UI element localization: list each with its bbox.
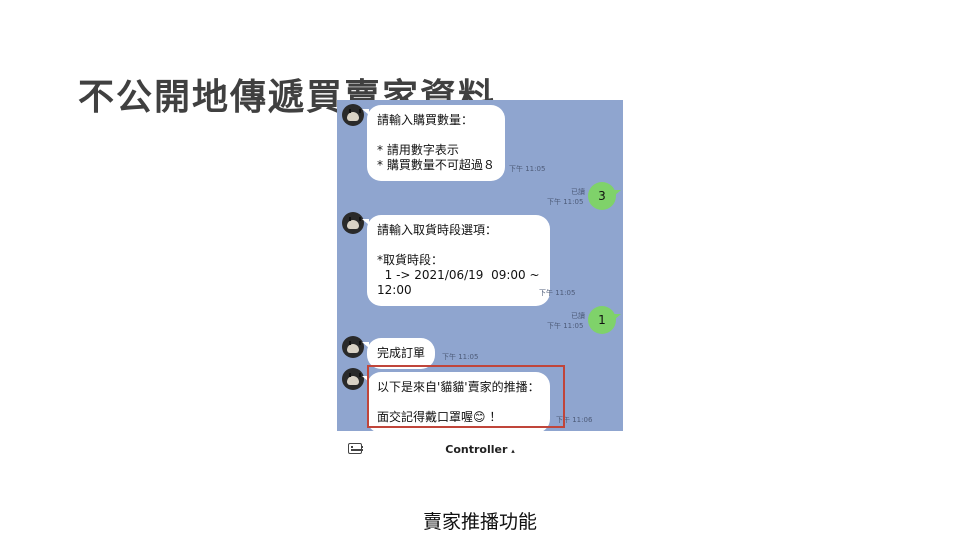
outgoing-message-pickup-choice: 1 <box>588 306 621 334</box>
incoming-message-seller-broadcast: 以下是來自'貓貓'賣家的推播： 面交記得戴口罩喔😊 ！ <box>362 372 550 431</box>
seller-avatar <box>342 368 364 390</box>
incoming-message-order-complete: 完成訂單 <box>361 338 436 369</box>
slide-caption: 賣家推播功能 <box>422 511 537 533</box>
seller-avatar <box>342 212 364 234</box>
read-receipt: 已讀 <box>571 188 585 196</box>
message-time: 下午 11:05 <box>539 289 576 297</box>
message-time: 下午 11:05 <box>547 198 584 206</box>
chat-screenshot: 請輸入購買數量： * 請用數字表示 * 購買數量不可超過８ 下午 11:05 已… <box>337 100 623 431</box>
chat-bottom-bar: Controller ▴ <box>337 431 623 471</box>
controller-label: Controller <box>445 443 508 456</box>
message-time: 下午 11:05 <box>442 353 479 361</box>
caret-up-icon: ▴ <box>511 447 515 455</box>
seller-avatar <box>342 104 364 126</box>
message-time: 下午 11:06 <box>556 416 593 424</box>
seller-avatar <box>342 336 364 358</box>
read-receipt: 已讀 <box>571 312 585 320</box>
incoming-message-quantity-prompt: 請輸入購買數量： * 請用數字表示 * 購買數量不可超過８ <box>362 105 505 181</box>
message-time: 下午 11:05 <box>547 322 584 330</box>
outgoing-message-quantity: 3 <box>588 182 621 210</box>
incoming-message-pickup-prompt: 請輸入取貨時段選項： *取貨時段： 1 -> 2021/06/19 09:00 … <box>362 215 550 306</box>
message-time: 下午 11:05 <box>509 165 546 173</box>
controller-menu-toggle[interactable]: Controller ▴ <box>337 443 623 456</box>
